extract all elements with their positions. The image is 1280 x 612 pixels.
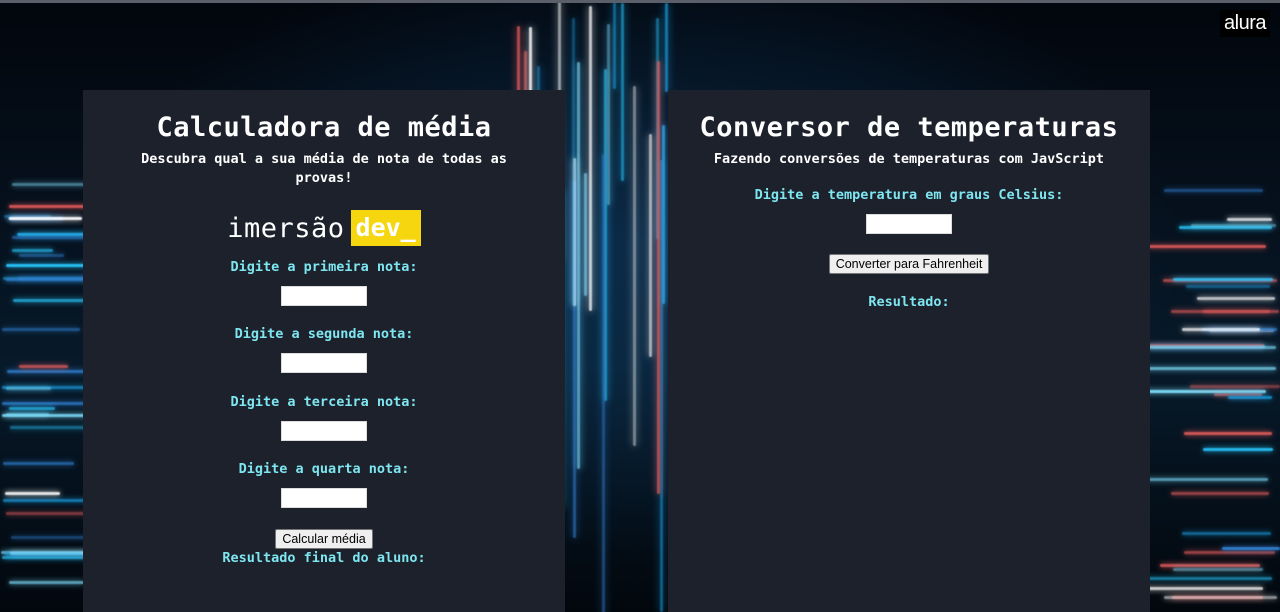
fourth-grade-label: Digite a quarta nota: [238, 461, 410, 477]
background-light-streak [1131, 366, 1277, 370]
background-light-streak [632, 85, 636, 447]
third-grade-group: Digite a terceira nota: [83, 393, 565, 441]
background-light-streak [1, 327, 81, 331]
dev-badge: dev_ [350, 210, 421, 246]
background-light-streak [1164, 188, 1264, 192]
background-light-streak [613, 1, 617, 89]
background-light-streak [1171, 310, 1279, 314]
third-grade-input[interactable] [281, 421, 367, 441]
second-grade-group: Digite a segunda nota: [83, 325, 565, 373]
average-calculator-panel: Calculadora de média Descubra qual a sua… [83, 90, 565, 612]
background-light-streak [1145, 346, 1277, 350]
background-light-streak [3, 462, 75, 466]
temperature-converter-title: Conversor de temperaturas [699, 112, 1119, 143]
alura-logo: alura [1220, 10, 1270, 37]
background-light-streak [1181, 532, 1272, 536]
celsius-group: Digite a temperatura em graus Celsius: [668, 186, 1150, 234]
first-grade-group: Digite a primeira nota: [83, 258, 565, 306]
background-light-streak [19, 364, 68, 368]
background-light-streak [5, 387, 52, 391]
background-light-streak [1171, 492, 1270, 496]
background-light-streak [1203, 448, 1273, 452]
temperature-converter-panel: Conversor de temperaturas Fazendo conver… [668, 90, 1150, 612]
background-light-streak [657, 60, 661, 494]
background-light-streak [576, 62, 580, 470]
background-light-streak [12, 249, 53, 253]
background-light-streak [1189, 384, 1280, 388]
background-light-streak [5, 492, 60, 496]
background-light-streak [1185, 285, 1270, 289]
calculate-average-button[interactable]: Calcular média [275, 529, 373, 549]
background-light-streak [1191, 224, 1276, 228]
background-light-streak [1228, 396, 1273, 400]
background-light-streak [1160, 564, 1261, 568]
background-light-streak [1197, 297, 1276, 301]
background-light-streak [664, 2, 668, 93]
background-light-streak [1148, 244, 1267, 248]
background-light-streak [4, 553, 83, 557]
fourth-grade-input[interactable] [281, 488, 367, 508]
background-light-streak [572, 18, 576, 306]
window-top-border [0, 0, 1280, 3]
background-light-streak [1164, 596, 1277, 599]
background-light-streak [18, 254, 65, 257]
background-light-streak [589, 5, 593, 312]
background-light-streak [661, 124, 665, 304]
first-grade-label: Digite a primeira nota: [230, 259, 418, 275]
background-light-streak [1173, 568, 1263, 572]
celsius-input[interactable] [866, 214, 952, 234]
conversion-result-label: Resultado: [868, 294, 950, 310]
final-result-group: Resultado final do aluno: [83, 549, 565, 567]
background-light-streak [1226, 217, 1272, 221]
average-calculator-subtitle: Descubra qual a sua média de nota de tod… [141, 151, 507, 186]
convert-fahrenheit-button[interactable]: Converter para Fahrenheit [828, 254, 990, 274]
background-light-streak [602, 154, 606, 612]
average-calculator-title: Calculadora de média [156, 112, 492, 143]
background-light-streak [1183, 551, 1276, 555]
background-light-streak [2, 401, 89, 405]
temperature-converter-subtitle: Fazendo conversões de temperaturas com J… [713, 151, 1105, 167]
background-light-streak [621, 2, 625, 181]
background-light-streak [584, 173, 588, 296]
imersao-dev-logo: imersão dev_ [83, 210, 565, 246]
celsius-label: Digite a temperatura em graus Celsius: [754, 187, 1064, 203]
background-light-streak [1143, 577, 1272, 581]
calculate-group: Calcular média [83, 528, 565, 549]
convert-group: Converter para Fahrenheit [668, 253, 1150, 274]
conversion-result-group: Resultado: [668, 293, 1150, 311]
fourth-grade-group: Digite a quarta nota: [83, 460, 565, 508]
first-grade-input[interactable] [281, 286, 367, 306]
final-result-label: Resultado final do aluno: [222, 550, 426, 566]
background-light-streak [648, 134, 652, 358]
background-light-streak [1184, 432, 1273, 436]
third-grade-label: Digite a terceira nota: [230, 394, 418, 410]
background-light-streak [9, 406, 56, 410]
second-grade-input[interactable] [281, 353, 367, 373]
background-light-streak [8, 217, 83, 221]
background-light-streak [1182, 327, 1261, 331]
background-light-streak [1173, 277, 1274, 281]
background-light-streak [1221, 547, 1280, 551]
background-light-streak [11, 182, 92, 186]
imersao-word: imersão [227, 212, 345, 244]
background-light-streak [606, 23, 610, 206]
second-grade-label: Digite a segunda nota: [234, 326, 414, 342]
background-light-streak [8, 581, 85, 585]
